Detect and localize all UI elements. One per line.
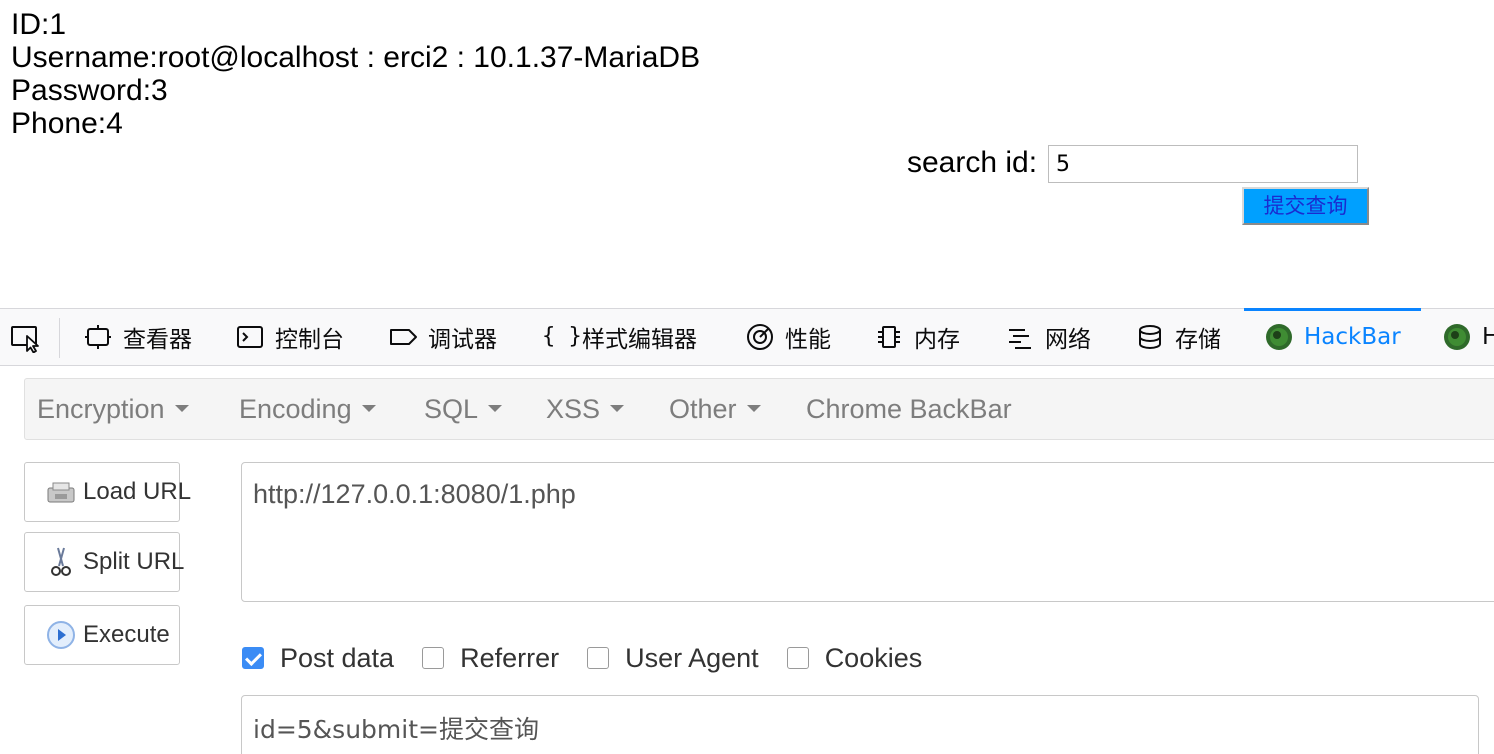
submit-query-button[interactable]: 提交查询 bbox=[1242, 187, 1369, 225]
hackbar-menu: Encryption Encoding SQL XSS Other Chrome… bbox=[24, 378, 1494, 440]
tab-label: 查看器 bbox=[123, 327, 192, 353]
query-result: ID:1 Username:root@localhost : erci2 : 1… bbox=[11, 8, 700, 140]
url-textarea[interactable]: http://127.0.0.1:8080/1.php bbox=[241, 462, 1494, 602]
storage-icon bbox=[1135, 322, 1165, 352]
menu-encoding[interactable]: Encoding bbox=[239, 379, 376, 439]
split-url-label: Split URL bbox=[83, 548, 185, 575]
hackbar-panel: Encryption Encoding SQL XSS Other Chrome… bbox=[0, 366, 1494, 754]
chevron-down-icon bbox=[488, 405, 503, 413]
scissors-icon bbox=[45, 546, 77, 578]
chevron-down-icon bbox=[746, 405, 761, 413]
page: ID:1 Username:root@localhost : erci2 : 1… bbox=[0, 0, 1494, 754]
request-options: Post data Referrer User Agent Cookies bbox=[242, 638, 950, 678]
tab-hackbar[interactable]: HackBar bbox=[1244, 308, 1421, 365]
option-post-data[interactable]: Post data bbox=[242, 643, 394, 674]
chevron-down-icon bbox=[361, 405, 376, 413]
menu-label: Chrome BackBar bbox=[806, 394, 1012, 424]
tab-memory[interactable]: 内存 bbox=[874, 309, 960, 365]
cookies-checkbox[interactable] bbox=[786, 647, 809, 669]
menu-other[interactable]: Other bbox=[669, 379, 761, 439]
tab-label: 内存 bbox=[914, 327, 960, 353]
option-label: Post data bbox=[280, 642, 395, 673]
tab-label: 网络 bbox=[1045, 327, 1091, 353]
tab-debugger[interactable]: 调试器 bbox=[388, 309, 497, 365]
tab-label: HackBar bbox=[1304, 324, 1401, 350]
menu-label: Encryption bbox=[37, 394, 165, 424]
performance-icon bbox=[745, 322, 775, 352]
tab-inspector[interactable]: 查看器 bbox=[83, 309, 192, 365]
menu-label: Encoding bbox=[239, 394, 352, 424]
search-id-input[interactable] bbox=[1048, 145, 1358, 183]
split-url-button[interactable]: Split URL bbox=[24, 532, 184, 592]
execute-button[interactable]: Execute bbox=[24, 605, 180, 665]
result-phone: Phone:4 bbox=[11, 107, 123, 140]
option-label: Referrer bbox=[460, 642, 560, 673]
result-username: Username:root@localhost : erci2 : 10.1.3… bbox=[11, 41, 701, 74]
debugger-icon bbox=[388, 322, 418, 352]
menu-encryption[interactable]: Encryption bbox=[37, 379, 189, 439]
tab-style-editor[interactable]: { } 样式编辑器 bbox=[542, 309, 697, 365]
menu-label: SQL bbox=[424, 394, 479, 424]
load-icon bbox=[45, 476, 77, 508]
play-icon bbox=[45, 619, 77, 651]
load-url-label: Load URL bbox=[83, 478, 192, 505]
menu-label: Other bbox=[669, 394, 737, 424]
menu-chrome-backbar[interactable]: Chrome BackBar bbox=[806, 379, 1012, 439]
search-id-label: search id: bbox=[907, 146, 1038, 179]
tab-label: 样式编辑器 bbox=[582, 327, 697, 353]
menu-sql[interactable]: SQL bbox=[424, 379, 503, 439]
post-data-checkbox[interactable] bbox=[242, 647, 264, 669]
tab-storage[interactable]: 存储 bbox=[1135, 309, 1221, 365]
option-cookies[interactable]: Cookies bbox=[786, 642, 923, 674]
chevron-down-icon bbox=[610, 405, 625, 413]
devtools-panel: 查看器 控制台 调试器 { } 样式编辑器 性能 内存 网络 存储 HackBa… bbox=[0, 308, 1494, 754]
search-form: search id: 提交查询 bbox=[907, 144, 1377, 234]
tab-label: 控制台 bbox=[275, 327, 344, 353]
result-password: Password:3 bbox=[11, 74, 168, 107]
referrer-checkbox[interactable] bbox=[422, 647, 445, 669]
tab-label: H bbox=[1482, 324, 1494, 350]
option-label: Cookies bbox=[824, 642, 923, 673]
tab-hackbar-2[interactable]: H bbox=[1442, 309, 1494, 365]
hackbar-icon bbox=[1264, 322, 1294, 352]
tab-console[interactable]: 控制台 bbox=[235, 309, 344, 365]
user-agent-checkbox[interactable] bbox=[587, 647, 610, 669]
tab-label: 存储 bbox=[1175, 327, 1221, 353]
devtools-tabbar: 查看器 控制台 调试器 { } 样式编辑器 性能 内存 网络 存储 HackBa… bbox=[0, 308, 1494, 366]
menu-xss[interactable]: XSS bbox=[546, 379, 625, 439]
memory-icon bbox=[874, 322, 904, 352]
tab-label: 调试器 bbox=[428, 327, 497, 353]
option-label: User Agent bbox=[625, 642, 759, 673]
chevron-down-icon bbox=[174, 405, 189, 413]
option-referrer[interactable]: Referrer bbox=[422, 643, 559, 674]
network-icon bbox=[1005, 322, 1035, 352]
style-editor-icon: { } bbox=[542, 324, 582, 349]
tab-network[interactable]: 网络 bbox=[1005, 309, 1091, 365]
result-id: ID:1 bbox=[11, 8, 67, 41]
option-user-agent[interactable]: User Agent bbox=[587, 643, 759, 674]
load-url-button[interactable]: Load URL bbox=[24, 462, 191, 522]
tab-label: 性能 bbox=[785, 327, 831, 353]
execute-label: Execute bbox=[83, 621, 170, 648]
tabbar-divider bbox=[59, 318, 60, 358]
inspector-icon bbox=[83, 322, 113, 352]
hackbar-icon bbox=[1442, 322, 1472, 352]
console-icon bbox=[235, 322, 265, 352]
post-data-textarea[interactable]: id=5&submit=提交查询 bbox=[241, 695, 1479, 754]
tab-performance[interactable]: 性能 bbox=[745, 309, 831, 365]
element-picker-icon[interactable] bbox=[8, 323, 44, 354]
menu-label: XSS bbox=[546, 394, 601, 424]
